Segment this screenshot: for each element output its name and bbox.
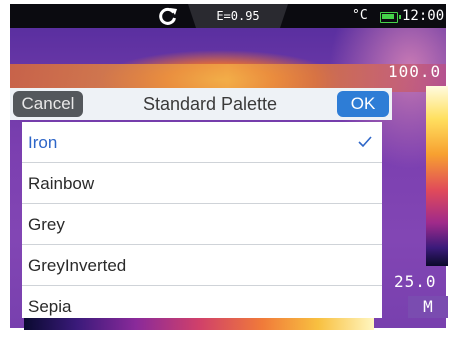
palette-item-iron[interactable]: Iron — [22, 122, 382, 163]
ok-button[interactable]: OK — [337, 91, 389, 117]
palette-item-label: Grey — [28, 215, 65, 234]
dialog-title: Standard Palette — [142, 94, 278, 114]
emissivity-value[interactable]: E=0.95 — [196, 6, 280, 26]
palette-item-label: Iron — [28, 133, 58, 152]
palette-item-label: Rainbow — [28, 174, 95, 193]
clock: 12:00 — [402, 8, 445, 24]
palette-item-label: Sepia — [28, 297, 72, 316]
palette-list[interactable]: Iron Rainbow Grey GreyInverted Sepia — [22, 122, 382, 318]
palette-item-sepia[interactable]: Sepia — [22, 286, 382, 318]
palette-preview-strip — [24, 318, 374, 330]
cancel-button[interactable]: Cancel — [13, 91, 83, 117]
battery-icon — [380, 12, 401, 23]
palette-dialog-header: Cancel Standard Palette OK — [10, 88, 392, 120]
scale-mode-button[interactable]: M — [408, 296, 448, 318]
refresh-icon[interactable] — [158, 6, 178, 26]
scale-max-temp: 100.0 — [388, 62, 442, 81]
scale-min-temp: 25.0 — [394, 272, 437, 291]
temperature-unit: °C — [352, 8, 368, 23]
thermal-camera-screen: E=0.95 °C 12:00 100.0 25.0 M Cancel Stan… — [0, 0, 452, 337]
palette-item-grey[interactable]: Grey — [22, 204, 382, 245]
palette-item-label: GreyInverted — [28, 256, 127, 275]
temperature-scale-bar — [426, 86, 448, 266]
status-bar: E=0.95 °C 12:00 — [10, 4, 446, 28]
palette-item-greyinverted[interactable]: GreyInverted — [22, 245, 382, 286]
palette-item-rainbow[interactable]: Rainbow — [22, 163, 382, 204]
check-icon — [358, 136, 372, 148]
